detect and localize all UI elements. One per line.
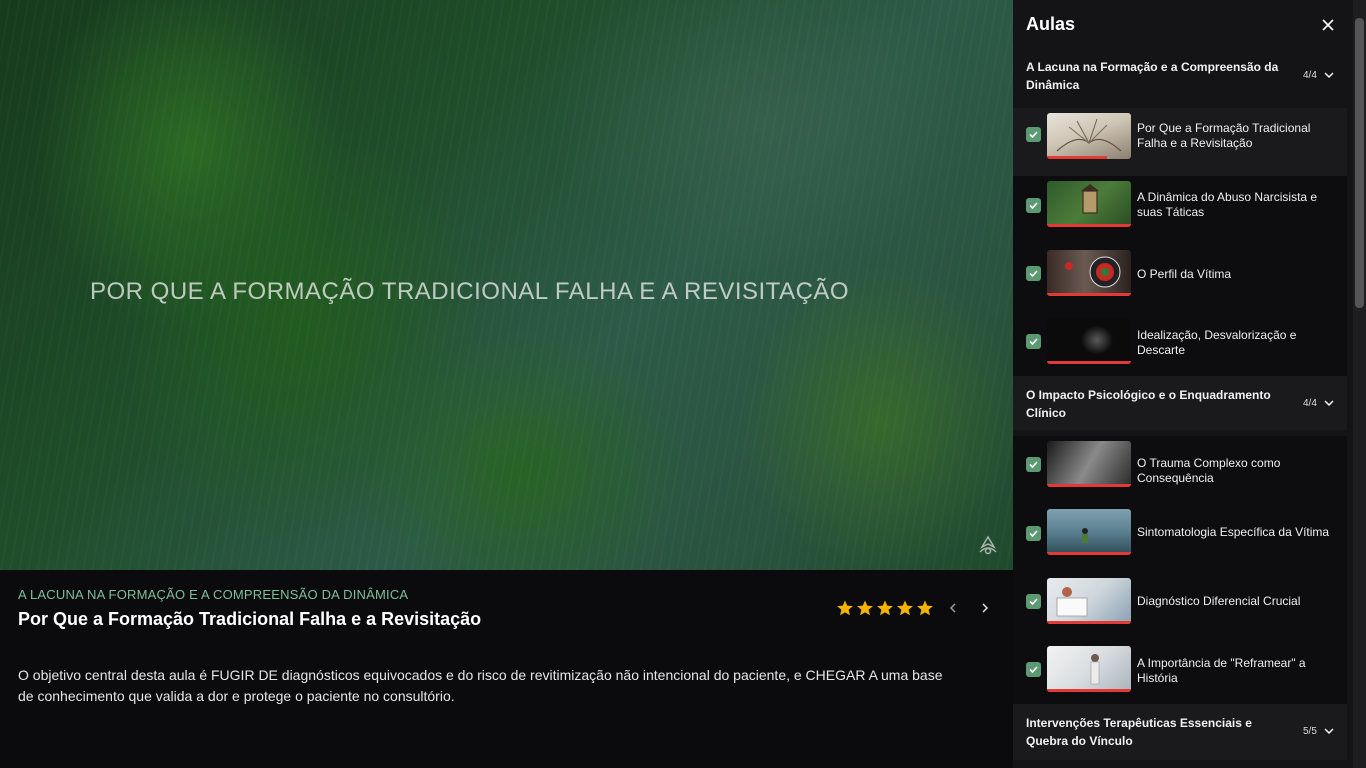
lesson-title: O Trauma Complexo como Consequência xyxy=(1137,456,1281,485)
star-icon[interactable] xyxy=(856,599,874,617)
close-icon[interactable] xyxy=(1319,16,1337,34)
lesson-thumbnail xyxy=(1047,181,1131,227)
module-label: A LACUNA NA FORMAÇÃO E A COMPREENSÃO DA … xyxy=(18,587,409,602)
star-icon[interactable] xyxy=(896,599,914,617)
completed-checkbox[interactable] xyxy=(1026,198,1041,213)
lesson-title: A Dinâmica do Abuso Narcisista e suas Tá… xyxy=(1137,190,1318,219)
lantern-icon xyxy=(1081,184,1099,214)
checkmark-icon xyxy=(1029,598,1038,606)
module-header[interactable]: A Lacuna na Formação e a Compreensão da … xyxy=(1013,50,1347,108)
lesson-thumbnail xyxy=(1047,441,1131,487)
checkmark-icon xyxy=(1029,131,1038,139)
lessons-sidebar: Aulas A Lacuna na Formação e a Compreens… xyxy=(1013,0,1366,768)
checkmark-icon xyxy=(1029,338,1038,346)
module-title: O Impacto Psicológico e o Enquadramento … xyxy=(1026,388,1271,420)
lesson-info: A LACUNA NA FORMAÇÃO E A COMPREENSÃO DA … xyxy=(0,570,1013,768)
lesson-thumbnail xyxy=(1047,113,1131,159)
next-lesson-button[interactable] xyxy=(976,599,994,617)
desk-notes-icon xyxy=(1056,587,1088,617)
lesson-item[interactable]: Por Que a Formação Tradicional Falha e a… xyxy=(1013,108,1347,176)
sidebar-header: Aulas xyxy=(1013,0,1353,50)
lesson-item[interactable]: Diagnóstico Diferencial Crucial xyxy=(1013,572,1347,640)
lesson-title: Por Que a Formação Tradicional Falha e a… xyxy=(18,609,482,629)
lesson-item[interactable]: O Trauma Complexo como Consequência xyxy=(1013,436,1347,504)
scrollbar-thumb[interactable] xyxy=(1355,18,1364,308)
completed-checkbox[interactable] xyxy=(1026,334,1041,349)
module-title: Intervenções Terapêuticas Essenciais e Q… xyxy=(1026,716,1252,748)
chevron-down-icon xyxy=(1324,72,1334,79)
chevron-left-icon xyxy=(949,603,956,613)
star-icon[interactable] xyxy=(916,599,934,617)
lesson-progress-bar xyxy=(1047,293,1131,296)
sidebar-title: Aulas xyxy=(1026,14,1076,34)
lesson-progress-bar xyxy=(1047,621,1131,624)
lesson-thumbnail xyxy=(1047,250,1131,296)
previous-lesson-button[interactable] xyxy=(944,599,962,617)
lesson-navigation xyxy=(944,599,994,617)
brand-logo-icon xyxy=(979,535,997,555)
lesson-title: Sintomatologia Específica da Vítima xyxy=(1137,525,1330,539)
video-player[interactable]: POR QUE A FORMAÇÃO TRADICIONAL FALHA E A… xyxy=(0,0,1013,570)
lesson-thumbnail xyxy=(1047,578,1131,624)
lesson-item[interactable]: Sintomatologia Específica da Vítima xyxy=(1013,504,1347,572)
lesson-progress-bar xyxy=(1047,689,1131,692)
lesson-progress-bar xyxy=(1047,484,1131,487)
star-icon[interactable] xyxy=(876,599,894,617)
lesson-progress-bar xyxy=(1047,224,1131,227)
checkmark-icon xyxy=(1029,461,1038,469)
module-title: A Lacuna na Formação e a Compreensão da … xyxy=(1026,60,1279,92)
lesson-item[interactable]: O Perfil da Vítima xyxy=(1013,244,1347,312)
module-header[interactable]: Intervenções Terapêuticas Essenciais e Q… xyxy=(1013,704,1347,760)
completed-checkbox[interactable] xyxy=(1026,662,1041,677)
lesson-thumbnail xyxy=(1047,318,1131,364)
star-icon[interactable] xyxy=(836,599,854,617)
person-figure-icon xyxy=(1082,528,1088,543)
completed-checkbox[interactable] xyxy=(1026,266,1041,281)
lesson-progress-bar xyxy=(1047,552,1131,555)
lesson-thumbnail xyxy=(1047,509,1131,555)
lesson-title: O Perfil da Vítima xyxy=(1137,267,1232,281)
dartboard-icon xyxy=(1065,256,1121,288)
chevron-down-icon xyxy=(1324,728,1334,735)
lesson-progress-bar xyxy=(1047,361,1131,364)
lesson-title: Diagnóstico Diferencial Crucial xyxy=(1137,594,1301,608)
completed-checkbox[interactable] xyxy=(1026,127,1041,142)
course-player: POR QUE A FORMAÇÃO TRADICIONAL FALHA E A… xyxy=(0,0,1366,768)
lesson-progress-bar xyxy=(1047,156,1108,159)
video-overlay-title: POR QUE A FORMAÇÃO TRADICIONAL FALHA E A… xyxy=(90,278,850,305)
lesson-title: Por Que a Formação Tradicional Falha e a… xyxy=(1137,121,1311,150)
checkmark-icon xyxy=(1029,270,1038,278)
lesson-description: O objetivo central desta aula é FUGIR DE… xyxy=(18,667,943,704)
chevron-right-icon xyxy=(982,603,989,613)
sidebar-scrollbar[interactable] xyxy=(1353,0,1366,768)
completed-checkbox[interactable] xyxy=(1026,526,1041,541)
open-book-icon xyxy=(1056,118,1122,152)
checkmark-icon xyxy=(1029,530,1038,538)
lesson-thumbnail xyxy=(1047,646,1131,692)
checkmark-icon xyxy=(1029,202,1038,210)
person-figure-icon xyxy=(1090,654,1100,685)
lesson-title: Idealização, Desvalorização e Descarte xyxy=(1137,328,1297,357)
module-progress-count: 4/4 xyxy=(1303,398,1317,409)
lesson-item[interactable]: A Importância de "Reframear" a História xyxy=(1013,640,1347,704)
module-progress-count: 4/4 xyxy=(1303,70,1317,81)
star-rating[interactable] xyxy=(836,599,934,617)
module-progress-count: 5/5 xyxy=(1303,726,1317,737)
chevron-down-icon xyxy=(1324,400,1334,407)
lesson-item[interactable]: A Dinâmica do Abuso Narcisista e suas Tá… xyxy=(1013,176,1347,244)
lesson-item[interactable]: Idealização, Desvalorização e Descarte xyxy=(1013,312,1347,376)
module-header[interactable]: O Impacto Psicológico e o Enquadramento … xyxy=(1013,376,1347,430)
completed-checkbox[interactable] xyxy=(1026,594,1041,609)
completed-checkbox[interactable] xyxy=(1026,457,1041,472)
checkmark-icon xyxy=(1029,666,1038,674)
lesson-title: A Importância de "Reframear" a História xyxy=(1137,656,1306,685)
main-content: POR QUE A FORMAÇÃO TRADICIONAL FALHA E A… xyxy=(0,0,1013,768)
